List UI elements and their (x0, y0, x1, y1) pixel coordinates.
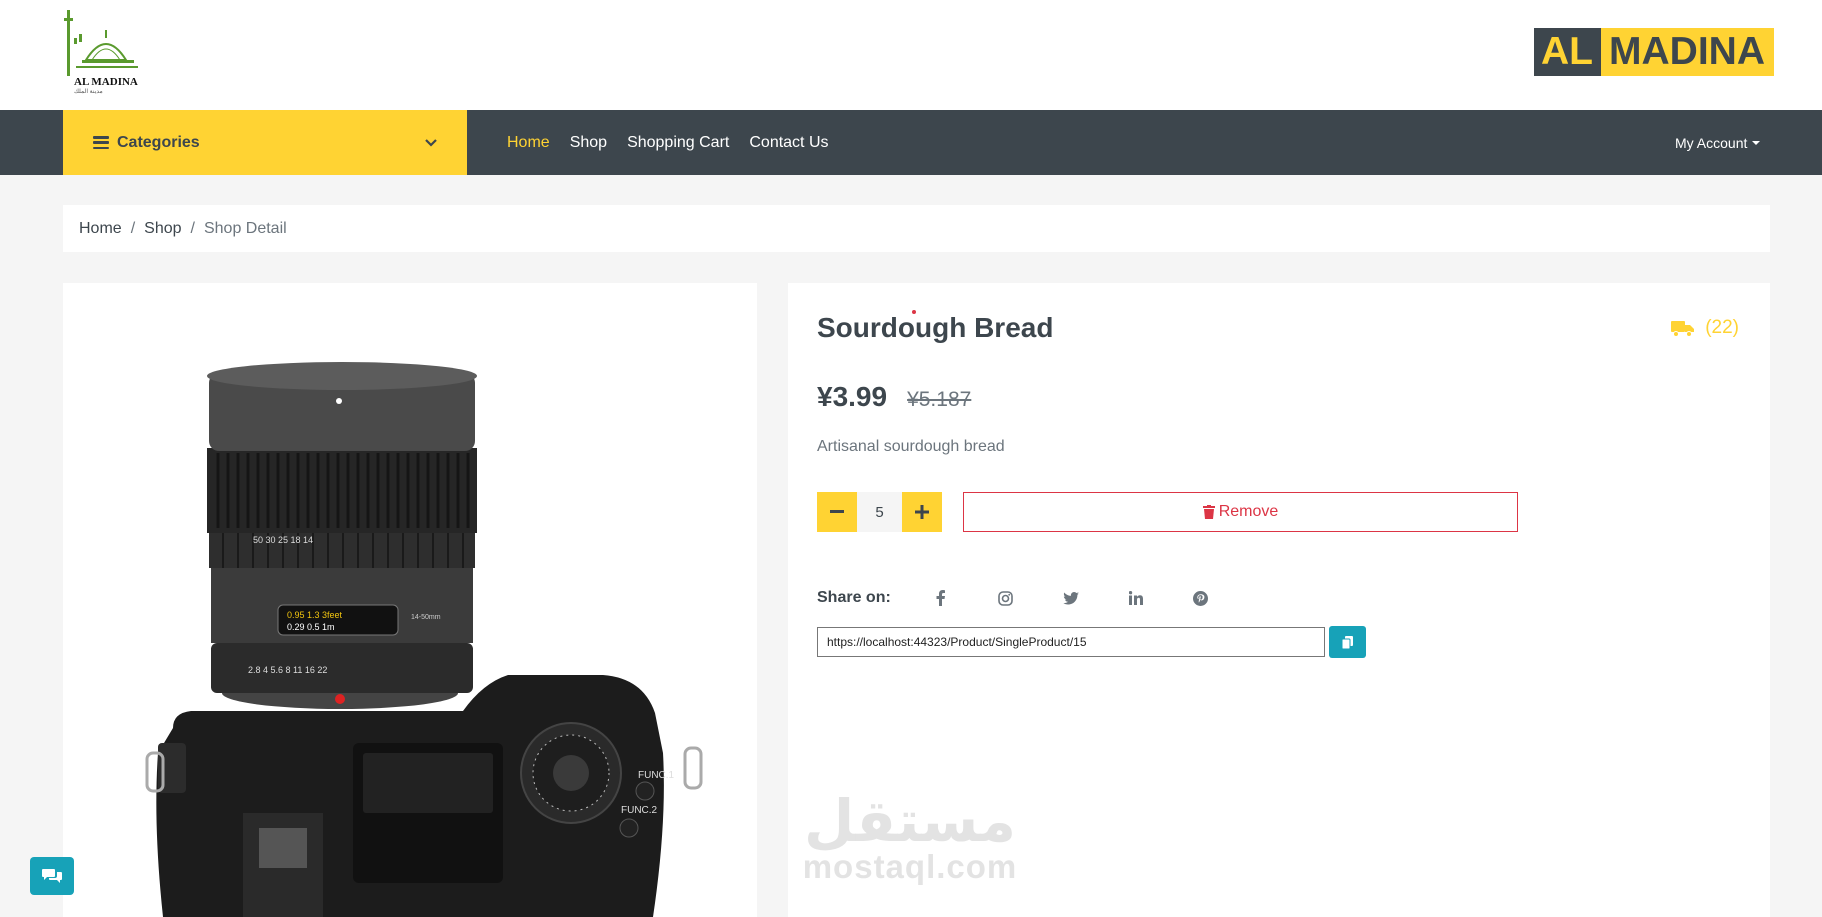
breadcrumb-shop[interactable]: Shop (144, 220, 181, 238)
breadcrumb-current: Shop Detail (203, 219, 287, 237)
increase-quantity-button[interactable] (902, 492, 942, 532)
brand-part2: MADINA (1601, 28, 1774, 76)
reviews-block: (22) (1671, 317, 1739, 339)
logo-subtext: مدينة الملك (74, 89, 103, 95)
share-label: Share on: (817, 589, 891, 606)
trash-icon (1202, 505, 1215, 519)
caret-down-icon (1752, 140, 1761, 145)
nav-link-contact-us[interactable]: Contact Us (749, 134, 828, 152)
my-account-dropdown[interactable]: My Account (1675, 110, 1761, 175)
decrease-quantity-button[interactable] (817, 492, 857, 532)
main-navbar: Categories Home Shop Shopping Cart Conta… (0, 110, 1822, 175)
brand-part1: AL (1534, 28, 1601, 76)
product-description: Artisanal sourdough bread (817, 438, 1005, 455)
old-price: ¥5.187 (907, 388, 972, 411)
linkedin-icon[interactable] (1128, 590, 1144, 606)
product-title-wrap: Sourdough Bread (817, 310, 1054, 344)
top-header: AL MADINA مدينة الملك AL MADINA (0, 0, 1822, 110)
site-logo[interactable]: AL MADINA مدينة الملك (62, 8, 144, 96)
facebook-icon[interactable] (933, 590, 949, 606)
svg-text:2.8 4 5.6 8 11 16: 2.8 4 5.6 8 11 16 22 (248, 665, 327, 675)
reviews-count: (22) (1705, 317, 1739, 338)
chat-button[interactable] (30, 857, 74, 895)
quantity-input[interactable] (857, 492, 902, 532)
watermark: مستقل mostaql.com (800, 787, 1020, 885)
svg-text:50 30 25 18: 50 30 25 18 14 (253, 535, 313, 545)
twitter-icon[interactable] (1062, 590, 1079, 606)
nav-link-home[interactable]: Home (507, 134, 550, 152)
instagram-icon[interactable] (998, 590, 1014, 606)
price-block: ¥3.99 ¥5.187 (817, 381, 971, 413)
logo-text: AL MADINA (74, 76, 138, 88)
quantity-stepper (817, 492, 942, 532)
notification-dot (912, 310, 916, 314)
breadcrumb-separator: / (190, 219, 195, 237)
watermark-arabic: مستقل (803, 787, 1017, 855)
breadcrumb-home[interactable]: Home (79, 220, 122, 238)
mosque-logo-icon (64, 10, 138, 76)
plus-icon (915, 505, 929, 519)
categories-label: Categories (117, 133, 200, 151)
share-row: Share on: (817, 589, 1258, 607)
svg-text:14-50mm: 14-50mm (411, 614, 441, 621)
chevron-down-icon (425, 138, 437, 147)
current-price: ¥3.99 (817, 381, 888, 412)
chat-icon (42, 869, 62, 883)
copy-icon (1342, 635, 1353, 649)
categories-dropdown[interactable]: Categories (63, 110, 467, 175)
product-title: Sourdough Bread (817, 312, 1054, 343)
minus-icon (830, 510, 844, 513)
remove-label: Remove (1218, 503, 1279, 520)
brand-logo[interactable]: AL MADINA (1534, 28, 1774, 76)
pinterest-icon[interactable] (1193, 590, 1209, 606)
breadcrumb: Home / Shop / Shop Detail (63, 205, 1770, 252)
product-image: FUNC.1 FUNC.2 2.8 4 5.6 8 11 16 22 0.95 … (145, 362, 703, 917)
nav-link-shopping-cart[interactable]: Shopping Cart (627, 134, 729, 152)
remove-from-cart-button[interactable]: Remove (963, 492, 1518, 532)
share-url-row (817, 626, 1366, 658)
svg-text:0.95 1.3 3feet: 0.95 1.3 3feet (287, 610, 343, 620)
share-url-input[interactable] (817, 627, 1325, 657)
menu-icon (93, 136, 109, 149)
nav-links: Home Shop Shopping Cart Contact Us (507, 110, 849, 175)
svg-text:FUNC.2: FUNC.2 (621, 805, 658, 816)
watermark-latin: mostaql.com (802, 848, 1018, 885)
copy-url-button[interactable] (1329, 626, 1366, 658)
truck-icon (1671, 321, 1695, 337)
svg-text:0.29 0.5 1m: 0.29 0.5 1m (287, 622, 335, 632)
breadcrumb-separator: / (130, 219, 136, 237)
svg-text:FUNC.1: FUNC.1 (638, 770, 675, 781)
account-label: My Account (1675, 134, 1748, 151)
nav-link-shop[interactable]: Shop (570, 134, 607, 152)
product-image-card: FUNC.1 FUNC.2 2.8 4 5.6 8 11 16 22 0.95 … (63, 283, 757, 917)
